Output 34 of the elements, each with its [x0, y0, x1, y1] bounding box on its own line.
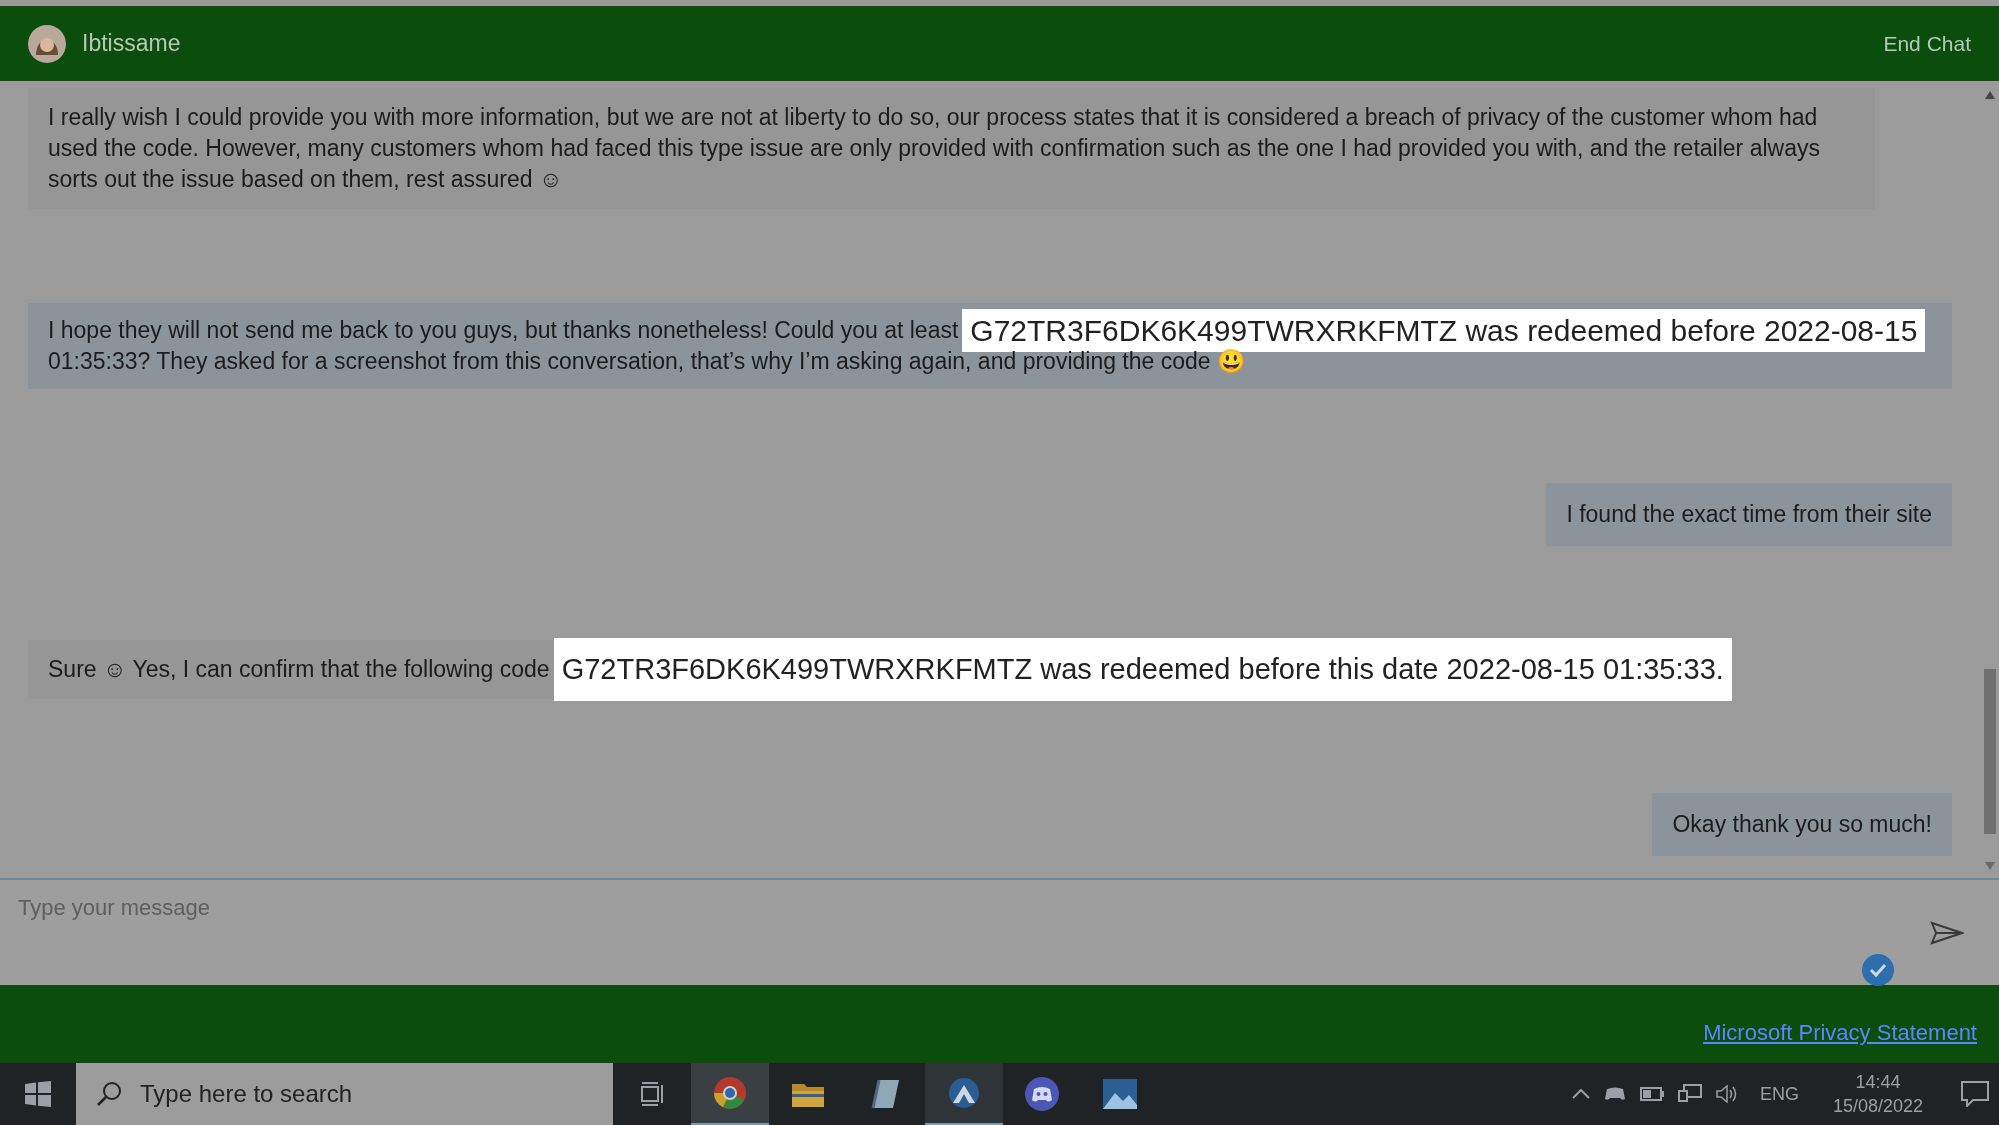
check-icon: [1862, 954, 1894, 986]
clock[interactable]: 14:44 15/08/2022: [1823, 1070, 1933, 1118]
pasted-text-overlay: G72TR3F6DK6K499TWRXRKFMTZ was redeemed before this date 2022-08-15 01:35:33.: [553, 638, 1732, 701]
avatar-icon: [28, 24, 66, 63]
message-text: Sure ☺ Yes, I can confirm that the following code: [48, 655, 550, 684]
browser-icon: [713, 1076, 747, 1110]
mountain-circle-icon: [948, 1077, 980, 1109]
language-indicator[interactable]: ENG: [1760, 1080, 1799, 1108]
end-chat-button[interactable]: End Chat: [1883, 27, 1971, 60]
taskbar-search-field[interactable]: Type here to search: [76, 1063, 613, 1125]
message-text: I found the exact time from their site: [1566, 500, 1932, 529]
agent-name: Ibtissame: [82, 29, 181, 59]
send-icon: [1930, 921, 1964, 945]
clock-date: 15/08/2022: [1832, 1095, 1924, 1118]
message-text: I hope they will not send me back to you guys, but thanks nonetheless! Could you at least: [48, 316, 959, 345]
search-placeholder: Type here to search: [140, 1079, 353, 1109]
send-button[interactable]: [1930, 920, 1966, 946]
message-input[interactable]: Type your message: [18, 890, 1999, 926]
taskbar-app[interactable]: [925, 1063, 1003, 1125]
scroll-up-icon: [1984, 91, 1995, 99]
clock-time: 14:44: [1855, 1071, 1901, 1094]
privacy-link[interactable]: Microsoft Privacy Statement: [1703, 1016, 1977, 1049]
image-icon: [1103, 1079, 1137, 1109]
scroll-down-icon: [1984, 862, 1995, 870]
notification-icon[interactable]: [1961, 1081, 1989, 1107]
search-icon: [96, 1081, 122, 1107]
battery-icon[interactable]: [1640, 1087, 1664, 1101]
windows-icon: [25, 1081, 51, 1107]
volume-icon[interactable]: [1716, 1085, 1738, 1103]
task-view-icon: [639, 1082, 665, 1106]
message-text: I really wish I could provide you with more information, but we are not at liberty to do so, our process states that it is considered a breach of privacy of the customer whom had used the code. However, many customers whom had faced this type issue are only provided with confirmation such as the one I had provided you with, and the retailer always sorts out the issue based on them, rest assured ☺: [48, 103, 1821, 194]
network-icon[interactable]: [1678, 1084, 1702, 1104]
message-text: Okay thank you so much!: [1672, 810, 1932, 839]
chevron-up-icon[interactable]: [1572, 1089, 1590, 1099]
